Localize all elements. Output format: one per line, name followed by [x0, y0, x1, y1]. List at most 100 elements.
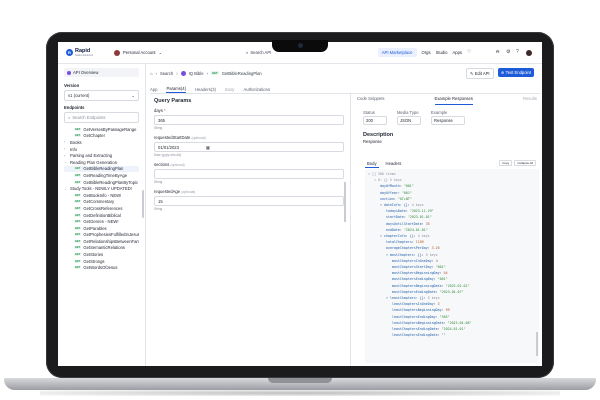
tab-headers[interactable]: Headers(3) — [195, 87, 216, 92]
collapse-all-button[interactable]: Collapse All — [514, 160, 536, 166]
tab-params[interactable]: Params(4) — [166, 86, 186, 93]
params-scrollbar[interactable] — [344, 182, 346, 222]
required-marker: * — [164, 108, 166, 113]
breadcrumb-search[interactable]: Search — [160, 71, 173, 76]
json-key: totalChapters — [386, 240, 412, 245]
endpoint-label: GetBookInfo - NEW! — [83, 192, 122, 198]
param-input[interactable] — [154, 169, 344, 179]
endpoint-item[interactable]: GET GetVersesByPassageRange — [64, 126, 139, 133]
endpoint-item[interactable]: GET GetCommentary — [64, 199, 139, 206]
bell-icon[interactable]: ⍾ — [496, 50, 501, 55]
endpoint-label: GetBibleReadingPlan — [83, 166, 124, 172]
json-value: 3 — [437, 302, 440, 307]
endpoint-search-placeholder: Search Endpoints — [72, 115, 106, 120]
logo-sub: Nokia Solutions — [75, 54, 94, 57]
response-pane: Code Snippets Example Responses Results … — [350, 94, 542, 366]
method-badge: GET — [74, 180, 82, 184]
heart-icon[interactable]: ♡ — [467, 50, 472, 55]
param-name: requestedStartDate (optional) — [154, 135, 348, 140]
copy-button[interactable]: Copy — [499, 160, 513, 166]
tab-app[interactable]: App — [150, 87, 157, 92]
endpoint-item[interactable]: GET GetParables — [64, 225, 139, 232]
endpoint-item[interactable]: GET GetStories — [64, 251, 139, 258]
endpoint-search-input[interactable]: ⌕ Search Endpoints — [64, 112, 139, 123]
chevron-right-icon: › — [64, 140, 66, 145]
chevron-down-icon: ⌄ — [158, 50, 163, 55]
chevron-down-icon: ⌄ — [64, 160, 68, 165]
param-sections: sections (optional) String — [154, 162, 348, 184]
nav-apps[interactable]: Apps — [452, 50, 462, 55]
nav-api-marketplace[interactable]: API Marketplace — [377, 48, 417, 57]
endpoint-item[interactable]: GETGetRelationshipsBetweenFamiliesIde — [64, 238, 139, 245]
account-switcher[interactable]: Personal Account ⌄ — [114, 49, 168, 56]
tab-response-headers[interactable]: Headers — [384, 160, 404, 168]
gear-icon[interactable]: ⚙ — [506, 50, 511, 55]
edit-api-label: Edit API — [474, 71, 490, 76]
method-badge: GET — [74, 200, 82, 204]
tab-results[interactable]: Results — [523, 96, 537, 105]
api-overview-link[interactable]: API Overview — [64, 68, 139, 77]
json-value: 35 — [425, 221, 430, 226]
endpoint-label: Reading Plan Generation — [70, 159, 118, 165]
json-node[interactable]: ▾ 0: {} 5 keys — [374, 178, 402, 182]
endpoint-item[interactable]: GET GetWordsOfJesus — [64, 264, 139, 271]
json-key: dayOfMonth — [380, 184, 400, 189]
endpoint-group[interactable]: ⌄ Reading Plan Generation — [64, 159, 139, 166]
example-label: Example — [431, 110, 448, 115]
nav-studio[interactable]: Studio — [436, 50, 448, 55]
endpoints-label: Endpoints — [64, 105, 85, 110]
json-value: "2023-01-01" — [407, 215, 432, 220]
tab-response-body[interactable]: Body — [365, 160, 379, 168]
top-search[interactable]: ⌕ Search API — [246, 50, 271, 55]
edit-api-button[interactable]: ✎ Edit API — [466, 68, 494, 79]
example-select[interactable]: Response — [431, 116, 465, 125]
endpoint-item[interactable]: GET GetDefinitionBiblical — [64, 212, 139, 219]
param-requestedStartDate: requestedStartDate (optional) 01/01/2023 ▦… — [154, 135, 348, 157]
sidebar-scrollbar[interactable] — [142, 190, 144, 218]
json-value: "001" — [435, 265, 446, 270]
json-value: "OT+NT" — [397, 196, 412, 201]
tab-authorizations[interactable]: Authorizations — [244, 87, 271, 92]
endpoint-group[interactable]: › Info — [64, 146, 139, 153]
help-icon[interactable]: ? — [516, 50, 521, 55]
endpoint-group[interactable]: › Parsing and Extracting — [64, 152, 139, 159]
endpoint-group[interactable]: ⌄ Study Tools - NEWLY UPDATED! — [64, 185, 139, 192]
param-input[interactable]: 365 — [154, 115, 344, 125]
home-icon[interactable]: ⌂ — [150, 71, 153, 76]
method-badge: GET — [74, 246, 82, 250]
test-endpoint-button[interactable]: ⊕ Test Endpoint — [498, 68, 534, 77]
logo[interactable]: R Rapid Nokia Solutions — [66, 48, 106, 57]
chevron-down-icon: ⌄ — [64, 186, 68, 191]
param-input[interactable]: 01/01/2023 ▦ — [154, 142, 344, 152]
endpoint-item[interactable]: GET GetChapter — [64, 133, 139, 140]
avatar[interactable] — [526, 49, 532, 56]
endpoint-item[interactable]: GET GetBookInfo - NEW! — [64, 192, 139, 199]
endpoint-group[interactable]: › Books — [64, 139, 139, 146]
tab-code-snippets[interactable]: Code Snippets — [357, 96, 384, 105]
endpoint-item[interactable]: GET GetSemanticRelations — [64, 245, 139, 252]
json-key: leastChaptersEndingDay — [392, 314, 436, 319]
api-overview-icon — [67, 70, 71, 75]
media-type-select[interactable]: JSON — [397, 116, 421, 125]
breadcrumb-api[interactable]: IQ Bible — [189, 71, 204, 76]
endpoint-label: GetStories — [83, 252, 104, 258]
version-select[interactable]: v1 (current) ⌄ — [64, 90, 139, 101]
nav-orgs[interactable]: Orgs — [422, 50, 431, 55]
endpoint-item[interactable]: GET GetGenres - NEW! — [64, 218, 139, 225]
endpoint-item[interactable]: GET GetBibleReadingPlanByTopic — [64, 179, 139, 186]
status-select[interactable]: 200 — [363, 116, 387, 125]
endpoint-label: Parsing and Extracting — [70, 153, 113, 159]
response-scrollbar[interactable] — [536, 332, 538, 356]
param-fields: days * 365 String requestedStartDate (optio… — [154, 108, 348, 211]
tab-body[interactable]: Body — [225, 87, 235, 92]
endpoint-item[interactable]: GET GetBibleReadingPlan — [64, 165, 139, 173]
endpoint-item[interactable]: GET GetStrongs — [64, 258, 139, 265]
endpoint-item[interactable]: GET GetProphesiesFulfilledInJesus — [64, 232, 139, 239]
param-name: requestedAge (optional) — [154, 189, 348, 194]
tab-example-responses[interactable]: Example Responses — [434, 96, 473, 105]
json-value: "2023-11-29" — [409, 209, 434, 214]
json-node[interactable]: ▾ [] 366 items — [368, 172, 396, 176]
endpoint-item[interactable]: GET GetReadingTimeByAge — [64, 172, 139, 179]
endpoint-item[interactable]: GET GetCrossReferences — [64, 205, 139, 212]
param-input[interactable]: 15 — [154, 196, 344, 206]
